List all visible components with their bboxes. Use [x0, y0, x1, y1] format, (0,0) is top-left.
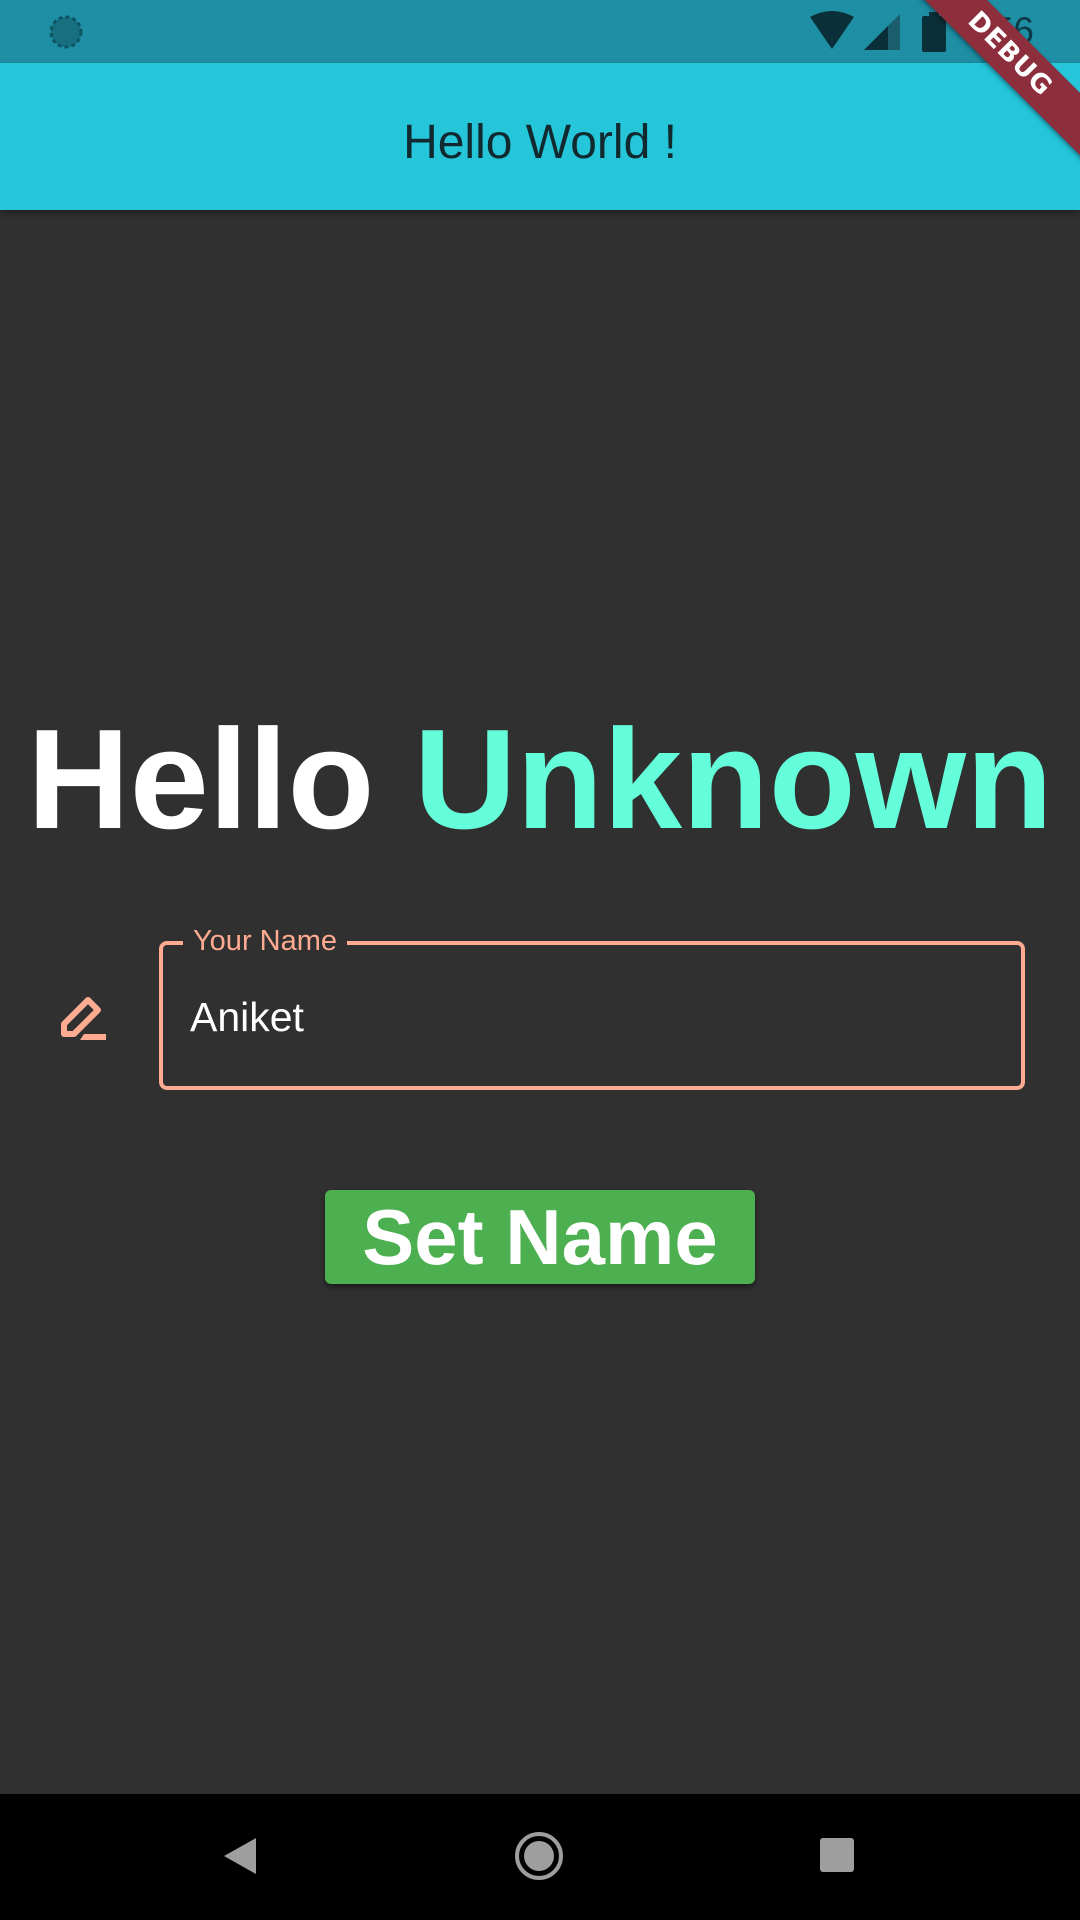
status-bar: 6:56	[0, 0, 1080, 63]
name-field-label: Your Name	[183, 923, 348, 959]
recents-icon[interactable]	[820, 1838, 854, 1872]
app-screen: 6:56 Hello World ! DEBUG Hello Unknown Y…	[0, 0, 1080, 1920]
name-field[interactable]: Your Name Aniket	[159, 923, 1025, 1090]
edit-icon	[61, 997, 106, 1040]
home-icon[interactable]	[514, 1831, 564, 1881]
set-name-button-label: Set Name	[362, 1193, 718, 1281]
sync-icon	[49, 15, 83, 49]
greeting-hello: Hello	[27, 700, 375, 859]
greeting-name: Unknown	[413, 700, 1053, 859]
app-bar: Hello World !	[0, 63, 1080, 210]
signal-icon	[864, 14, 900, 50]
name-input[interactable]: Aniket	[190, 993, 304, 1041]
set-name-button[interactable]: Set Name	[325, 1190, 755, 1284]
back-icon[interactable]	[222, 1836, 258, 1876]
wifi-icon	[810, 11, 854, 49]
app-title: Hello World !	[403, 116, 677, 169]
greeting-text: Hello Unknown	[0, 700, 1080, 860]
